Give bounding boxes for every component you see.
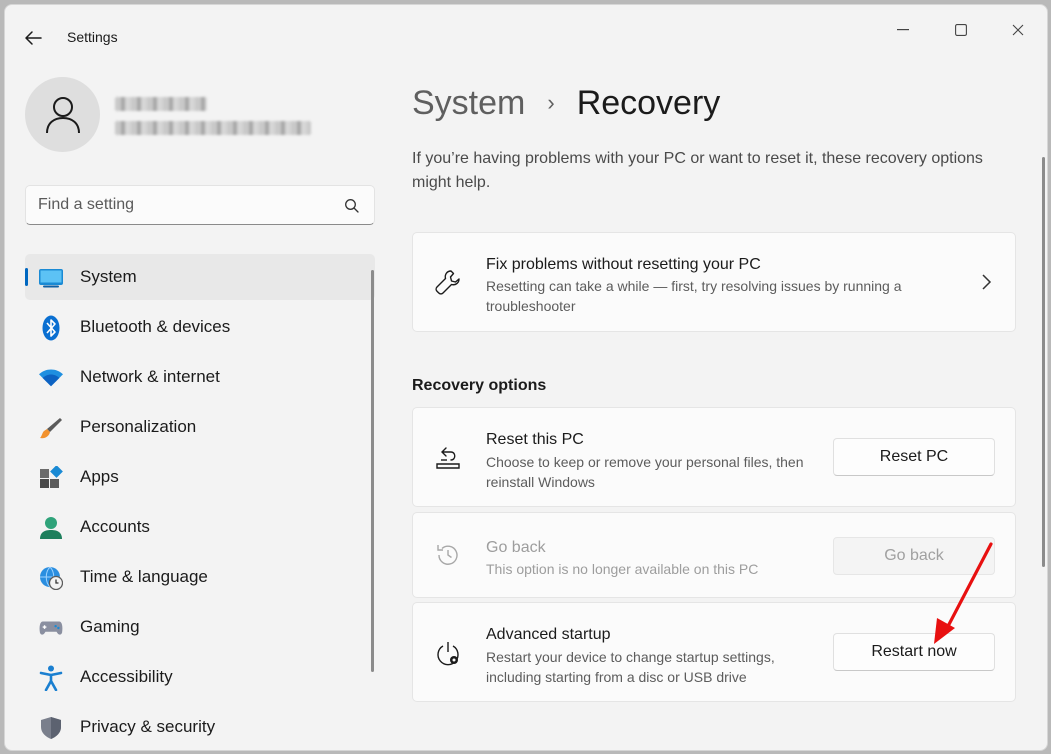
sidebar-nav: System Bluetooth & devices Network & int… xyxy=(25,254,375,750)
fix-problems-description: Resetting can take a while — first, try … xyxy=(486,278,902,314)
gamepad-icon xyxy=(39,616,63,640)
search-icon xyxy=(345,199,359,213)
close-icon xyxy=(1012,24,1024,36)
avatar xyxy=(25,77,100,152)
wrench-icon xyxy=(433,267,463,297)
sidebar-item-apps[interactable]: Apps xyxy=(25,454,375,500)
person-avatar-icon xyxy=(45,96,80,133)
advanced-startup-title: Advanced startup xyxy=(486,626,611,643)
sidebar-item-accounts[interactable]: Accounts xyxy=(25,504,375,550)
sidebar-item-gaming[interactable]: Gaming xyxy=(25,604,375,650)
sidebar-item-bluetooth[interactable]: Bluetooth & devices xyxy=(25,304,375,350)
history-icon xyxy=(433,540,463,570)
sidebar-item-label: Personalization xyxy=(80,417,197,436)
back-button[interactable] xyxy=(19,25,47,51)
sidebar-item-label: Network & internet xyxy=(80,367,220,386)
settings-window: Settings Find a setting System Bluetooth… xyxy=(4,4,1048,751)
sidebar-item-accessibility[interactable]: Accessibility xyxy=(25,654,375,700)
sidebar-item-network[interactable]: Network & internet xyxy=(25,354,375,400)
search-box[interactable] xyxy=(25,185,375,225)
sidebar-item-label: Privacy & security xyxy=(80,717,216,736)
sidebar-item-label: System xyxy=(80,267,137,286)
page-description: If you’re having problems with your PC o… xyxy=(412,150,983,191)
accessibility-icon xyxy=(39,665,63,691)
sidebar-scrollbar[interactable] xyxy=(371,270,374,672)
breadcrumb-parent[interactable]: System xyxy=(412,84,525,123)
fix-problems-title: Fix problems without resetting your PC xyxy=(486,256,761,273)
back-arrow-icon xyxy=(25,31,42,45)
user-profile[interactable] xyxy=(25,77,365,155)
bluetooth-icon xyxy=(39,315,63,341)
reset-pc-description: Choose to keep or remove your personal f… xyxy=(486,454,804,490)
go-back-title: Go back xyxy=(486,539,546,556)
system-monitor-icon xyxy=(39,266,63,290)
search-input[interactable] xyxy=(38,194,328,216)
sidebar-item-personalization[interactable]: Personalization xyxy=(25,404,375,450)
sidebar-item-label: Accounts xyxy=(80,517,150,536)
sidebar-item-label: Time & language xyxy=(80,567,208,586)
annotation-arrow-icon xyxy=(934,542,993,644)
sidebar-item-privacy-security[interactable]: Privacy & security xyxy=(25,704,375,750)
go-back-description: This option is no longer available on th… xyxy=(486,561,759,577)
sidebar-item-label: Bluetooth & devices xyxy=(80,317,231,336)
paintbrush-icon xyxy=(39,416,63,440)
sidebar-item-label: Apps xyxy=(80,467,119,486)
sidebar-item-system[interactable]: System xyxy=(25,254,375,300)
breadcrumb: System › Recovery xyxy=(412,81,720,125)
apps-icon xyxy=(39,466,63,490)
advanced-startup-icon xyxy=(433,639,463,669)
section-title-recovery-options: Recovery options xyxy=(412,377,547,394)
sidebar-item-label: Gaming xyxy=(80,617,140,636)
fix-problems-card[interactable]: Fix problems without resetting your PC R… xyxy=(412,232,1016,332)
sidebar-item-time-language[interactable]: Time & language xyxy=(25,554,375,600)
breadcrumb-separator: › xyxy=(547,90,555,115)
globe-clock-icon xyxy=(39,566,63,590)
minimize-icon xyxy=(897,29,909,31)
maximize-button[interactable] xyxy=(945,17,977,43)
sidebar-item-label: Accessibility xyxy=(80,667,173,686)
advanced-startup-description: Restart your device to change startup se… xyxy=(486,649,775,685)
wifi-icon xyxy=(39,366,63,390)
title-bar: Settings xyxy=(5,5,1047,65)
minimize-button[interactable] xyxy=(887,17,919,43)
blurred-user-name xyxy=(115,97,207,111)
app-title: Settings xyxy=(67,29,118,45)
maximize-icon xyxy=(955,24,967,36)
shield-icon xyxy=(39,716,63,740)
page-title: Recovery xyxy=(576,83,721,122)
reset-pc-card: Reset this PC Choose to keep or remove y… xyxy=(412,407,1016,507)
reset-pc-button[interactable]: Reset PC xyxy=(833,438,995,476)
reset-pc-title: Reset this PC xyxy=(486,431,584,448)
close-button[interactable] xyxy=(1002,17,1034,43)
blurred-user-email xyxy=(115,121,311,135)
main-scrollbar[interactable] xyxy=(1042,157,1045,567)
person-icon xyxy=(39,516,63,540)
chevron-right-icon xyxy=(982,274,992,290)
reset-pc-icon xyxy=(433,442,463,472)
